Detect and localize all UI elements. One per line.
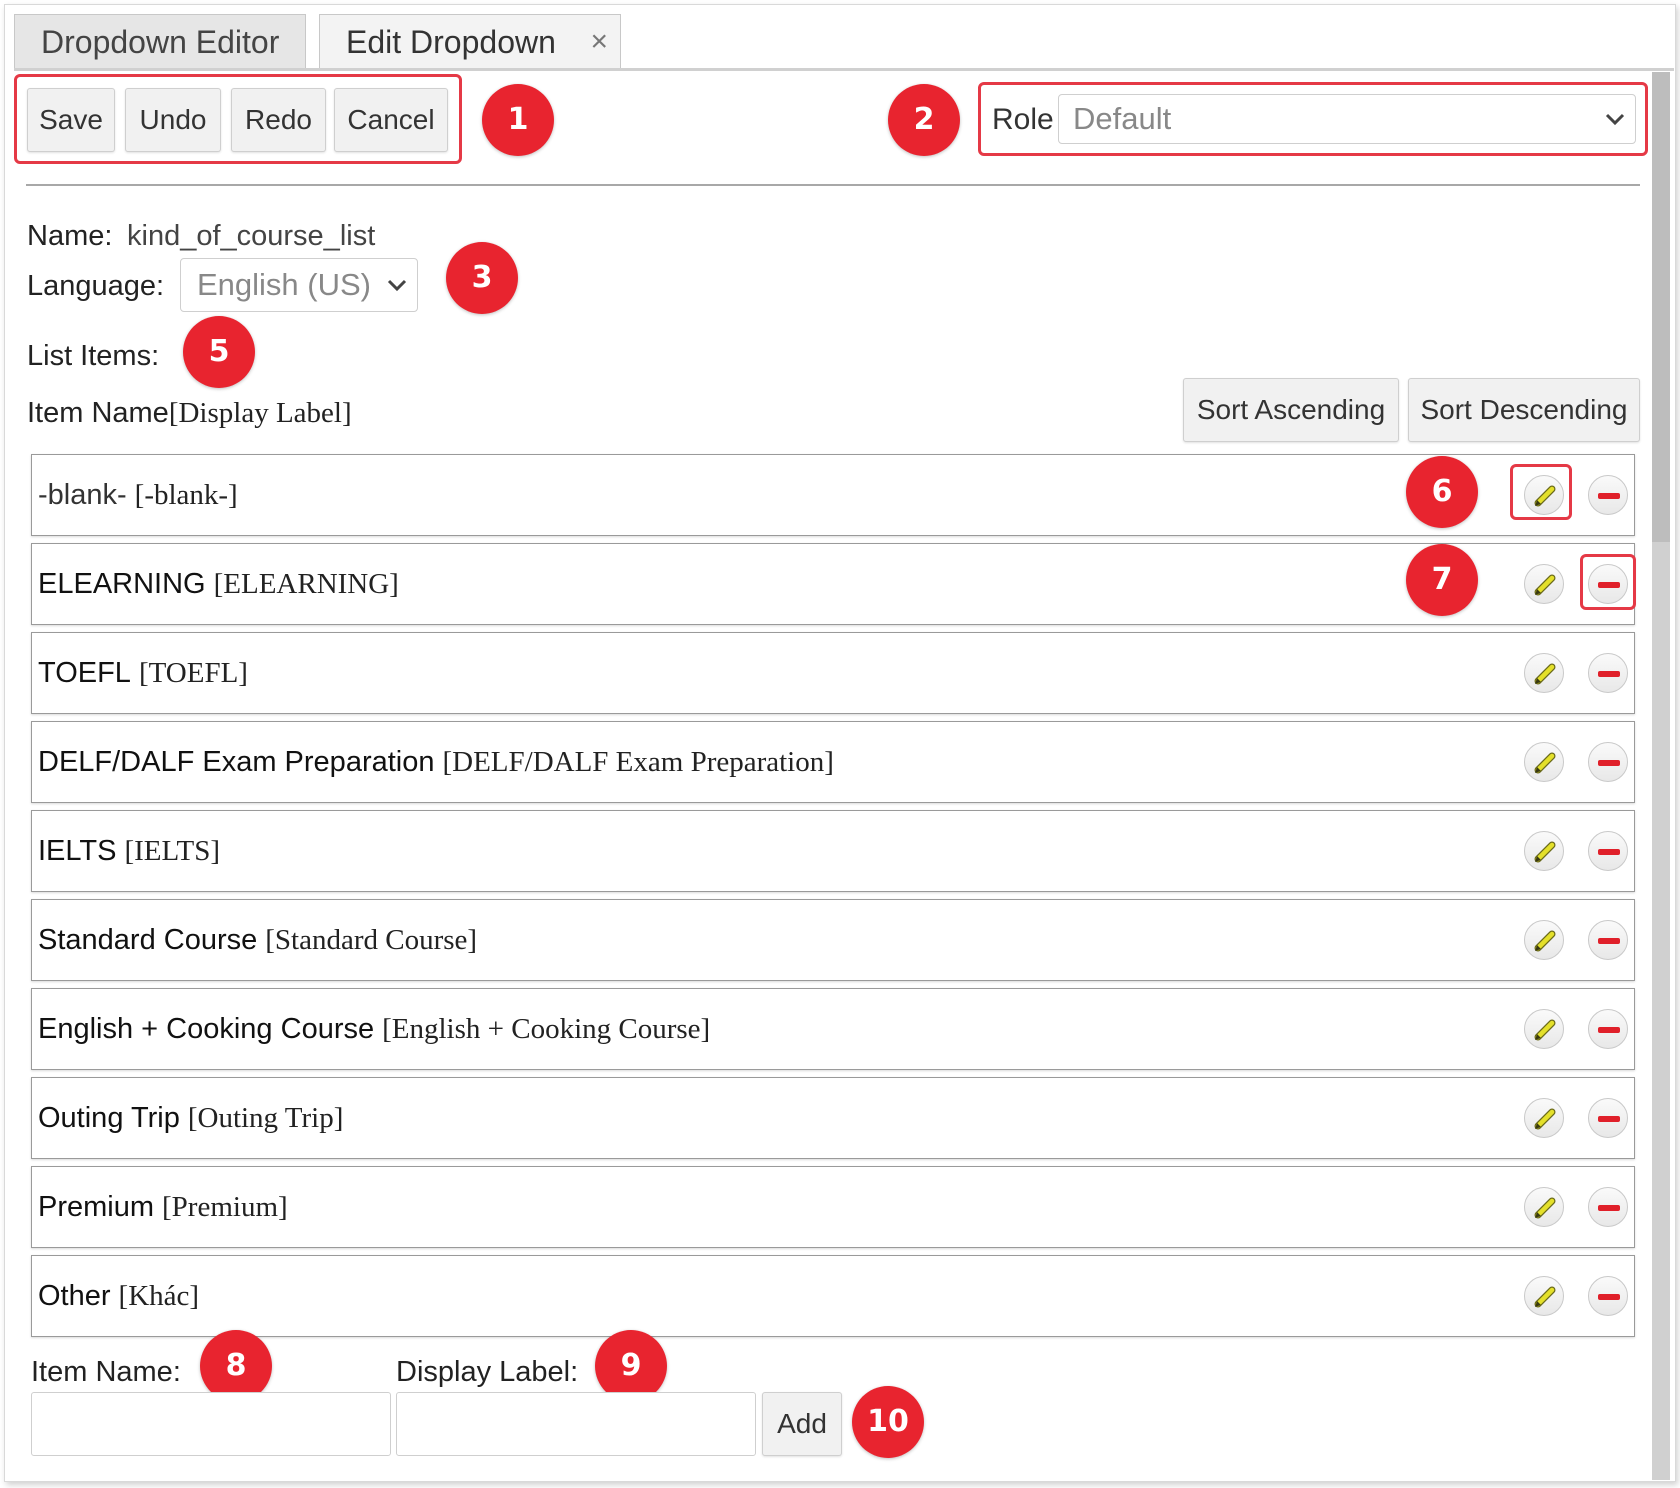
- scrollbar-thumb[interactable]: [1652, 72, 1670, 542]
- callout-badge: 2: [888, 84, 960, 156]
- close-icon[interactable]: ×: [590, 15, 608, 69]
- list-item[interactable]: English + Cooking Course [English + Cooki…: [31, 988, 1635, 1070]
- callout-badge: 7: [1406, 544, 1478, 616]
- list-item[interactable]: Premium [Premium]: [31, 1166, 1635, 1248]
- list-items-label: List Items:: [27, 340, 160, 372]
- name-value: kind_of_course_list: [127, 220, 376, 252]
- column-header-name: Item Name: [27, 397, 169, 429]
- pencil-icon[interactable]: [1524, 1098, 1564, 1138]
- item-display-label: [Standard Course]: [265, 924, 478, 956]
- pencil-icon[interactable]: [1524, 1276, 1564, 1316]
- sort-descending-button[interactable]: Sort Descending: [1408, 378, 1640, 442]
- language-select[interactable]: English (US): [180, 258, 418, 312]
- item-display-label: [ELEARNING]: [213, 568, 399, 600]
- list-item[interactable]: DELF/DALF Exam Preparation [DELF/DALF Exa…: [31, 721, 1635, 803]
- list-item-label: Standard Course [Standard Course]: [38, 900, 477, 980]
- item-name-input[interactable]: [31, 1392, 391, 1456]
- item-display-label: [-blank-]: [134, 479, 238, 511]
- display-label-input[interactable]: [396, 1392, 756, 1456]
- list-item[interactable]: ELEARNING [ELEARNING]: [31, 543, 1635, 625]
- item-name: ELEARNING: [38, 568, 206, 600]
- list-item-label: -blank- [-blank-]: [38, 455, 238, 535]
- minus-circle-icon[interactable]: [1588, 742, 1628, 782]
- pencil-icon[interactable]: [1524, 564, 1564, 604]
- pencil-icon[interactable]: [1524, 742, 1564, 782]
- tab-divider: [14, 68, 1674, 71]
- item-name: IELTS: [38, 835, 117, 867]
- callout-badge: 10: [852, 1386, 924, 1458]
- language-select-value: English (US): [197, 267, 371, 302]
- list-item[interactable]: TOEFL [TOEFL]: [31, 632, 1635, 714]
- list-item-label: Other [Khác]: [38, 1256, 199, 1336]
- tab-label: Edit Dropdown: [346, 24, 556, 60]
- callout-badge: 6: [1406, 456, 1478, 528]
- pencil-icon[interactable]: [1524, 920, 1564, 960]
- language-label: Language:: [27, 270, 165, 302]
- list-item[interactable]: IELTS [IELTS]: [31, 810, 1635, 892]
- column-header: Item Name[Display Label]: [27, 397, 352, 430]
- callout-badge: 5: [183, 316, 255, 388]
- highlight-toolbar: [14, 74, 462, 164]
- item-display-label: [DELF/DALF Exam Preparation]: [442, 746, 834, 778]
- callout-badge: 1: [482, 84, 554, 156]
- chevron-down-icon: [385, 259, 409, 328]
- minus-circle-icon[interactable]: [1588, 1276, 1628, 1316]
- item-display-label: [IELTS]: [124, 835, 221, 867]
- highlight-edit: [1510, 464, 1572, 520]
- sort-ascending-button[interactable]: Sort Ascending: [1183, 378, 1399, 442]
- pencil-icon[interactable]: [1524, 831, 1564, 871]
- item-display-label: [Premium]: [162, 1191, 288, 1223]
- list-item-label: Outing Trip [Outing Trip]: [38, 1078, 343, 1158]
- pencil-icon[interactable]: [1524, 1009, 1564, 1049]
- tab-edit-dropdown[interactable]: Edit Dropdown ×: [319, 14, 621, 68]
- item-name: English + Cooking Course: [38, 1013, 375, 1045]
- list-item-label: Premium [Premium]: [38, 1167, 288, 1247]
- item-display-label: [TOEFL]: [138, 657, 248, 689]
- list-item[interactable]: Other [Khác]: [31, 1255, 1635, 1337]
- column-header-display: [Display Label]: [168, 397, 352, 429]
- pencil-icon[interactable]: [1524, 1187, 1564, 1227]
- item-name-label: Item Name:: [31, 1356, 181, 1388]
- add-button[interactable]: Add: [762, 1392, 842, 1456]
- tab-bar: Dropdown Editor Edit Dropdown ×: [14, 14, 1680, 70]
- separator: [26, 184, 1640, 186]
- item-display-label: [Outing Trip]: [187, 1102, 344, 1134]
- minus-circle-icon[interactable]: [1588, 831, 1628, 871]
- pencil-icon[interactable]: [1524, 653, 1564, 693]
- list-item-label: English + Cooking Course [English + Cooki…: [38, 989, 710, 1069]
- list-item-label: TOEFL [TOEFL]: [38, 633, 248, 713]
- minus-circle-icon[interactable]: [1588, 920, 1628, 960]
- name-label: Name:: [27, 220, 113, 252]
- item-name: -blank-: [38, 479, 127, 511]
- tab-label: Dropdown Editor: [41, 24, 280, 60]
- item-name: Outing Trip: [38, 1102, 180, 1134]
- list-item-label: IELTS [IELTS]: [38, 811, 220, 891]
- item-display-label: [English + Cooking Course]: [382, 1013, 711, 1045]
- list-item[interactable]: Standard Course [Standard Course]: [31, 899, 1635, 981]
- minus-circle-icon[interactable]: [1588, 1098, 1628, 1138]
- tab-dropdown-editor[interactable]: Dropdown Editor: [14, 14, 306, 68]
- callout-badge: 3: [446, 242, 518, 314]
- minus-circle-icon[interactable]: [1588, 1009, 1628, 1049]
- list-item[interactable]: -blank- [-blank-]: [31, 454, 1635, 536]
- minus-circle-icon[interactable]: [1588, 1187, 1628, 1227]
- item-display-label: [Khác]: [118, 1280, 200, 1312]
- list-item[interactable]: Outing Trip [Outing Trip]: [31, 1077, 1635, 1159]
- item-name: DELF/DALF Exam Preparation: [38, 746, 435, 778]
- item-name: TOEFL: [38, 657, 131, 689]
- item-name: Standard Course: [38, 924, 258, 956]
- minus-circle-icon[interactable]: [1588, 653, 1628, 693]
- highlight-delete: [1580, 554, 1636, 610]
- item-name: Premium: [38, 1191, 155, 1223]
- minus-circle-icon[interactable]: [1588, 475, 1628, 515]
- highlight-role: [978, 82, 1648, 156]
- list-item-label: DELF/DALF Exam Preparation [DELF/DALF Exa…: [38, 722, 834, 802]
- item-name: Other: [38, 1280, 111, 1312]
- display-label-label: Display Label:: [396, 1356, 579, 1388]
- list-item-label: ELEARNING [ELEARNING]: [38, 544, 399, 624]
